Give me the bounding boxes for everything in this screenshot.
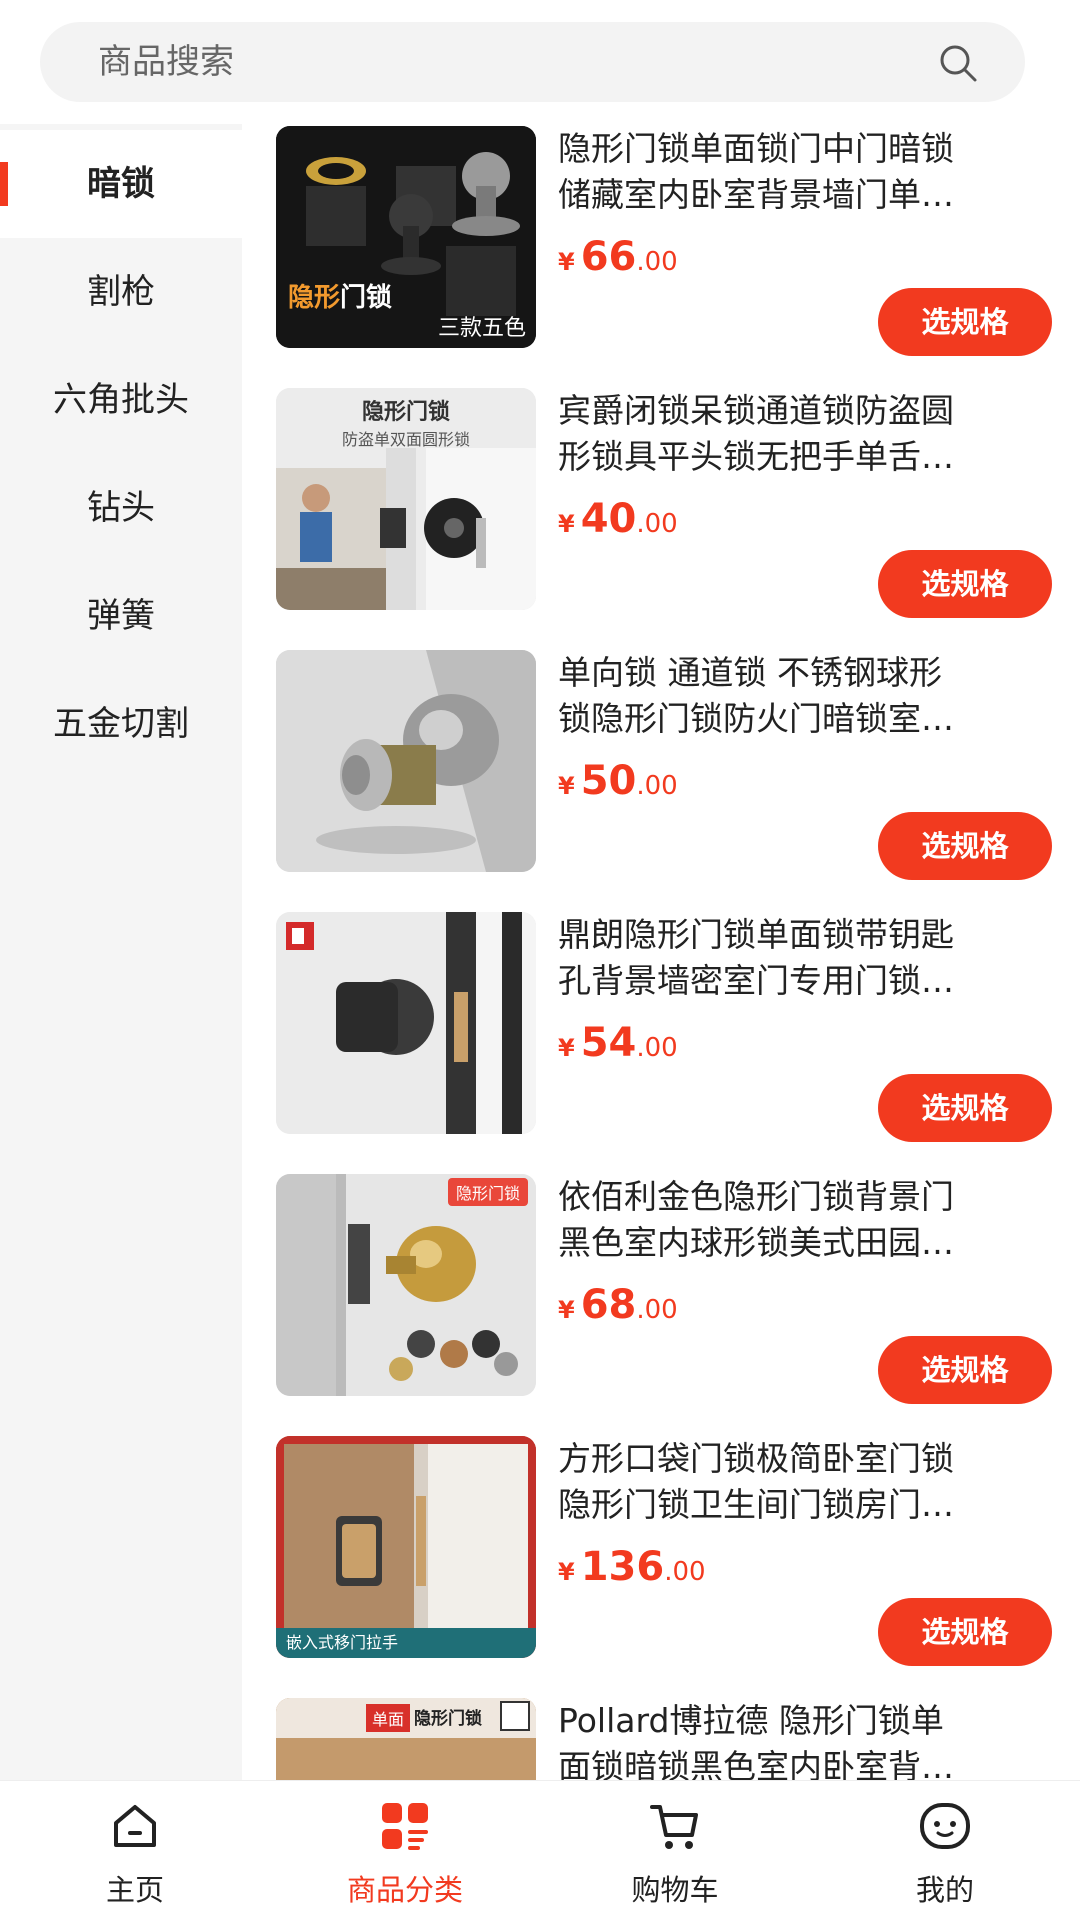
image-tag: 隐形门锁 (447, 1178, 528, 1206)
product-image[interactable]: 隐形门锁 (276, 1174, 536, 1396)
category-icon (382, 1803, 428, 1850)
product-card[interactable]: 嵌入式移门拉手 方形口袋门锁极简卧室门锁 隐形门锁卫生间门锁房门… ¥136.0… (242, 1436, 1080, 1698)
sidebar-item-hex-bit[interactable]: 六角批头 (0, 346, 242, 454)
product-title[interactable]: 单向锁 通道锁 不锈钢球形 锁隐形门锁防火门暗锁室… (558, 650, 1058, 742)
search-bar: 商品搜索 (0, 0, 1080, 124)
search-input[interactable]: 商品搜索 (40, 22, 1025, 102)
tab-profile[interactable]: 我的 (810, 1781, 1080, 1921)
product-card[interactable]: 鼎朗隐形门锁单面锁带钥匙 孔背景墙密室门专用门锁… ¥54.00 选规格 (242, 912, 1080, 1174)
select-spec-button[interactable]: 选规格 (878, 288, 1052, 356)
product-price: ¥68.00 (558, 1282, 678, 1328)
product-image[interactable]: 单面 隐形门锁 (276, 1698, 536, 1780)
image-tag: 隐形门锁 (414, 1709, 482, 1729)
sidebar-item-drill[interactable]: 钻头 (0, 454, 242, 562)
product-price: ¥136.00 (558, 1544, 706, 1590)
tab-cart[interactable]: 购物车 (540, 1781, 810, 1921)
product-card[interactable]: 单向锁 通道锁 不锈钢球形 锁隐形门锁防火门暗锁室… ¥50.00 选规格 (242, 650, 1080, 912)
product-title[interactable]: 依佰利金色隐形门锁背景门 黑色室内球形锁美式田园… (558, 1174, 1058, 1266)
image-caption: 隐形门锁 (288, 283, 393, 313)
select-spec-button[interactable]: 选规格 (878, 812, 1052, 880)
product-title[interactable]: 方形口袋门锁极简卧室门锁 隐形门锁卫生间门锁房门… (558, 1436, 1058, 1528)
product-card[interactable]: 隐形门锁 三款五色 隐形门锁单面锁门中门暗锁 储藏室内卧室背景墙门单… ¥66.… (242, 126, 1080, 388)
sidebar-item-hardware-cutting[interactable]: 五金切割 (0, 670, 242, 778)
select-spec-button[interactable]: 选规格 (878, 1336, 1052, 1404)
search-placeholder: 商品搜索 (98, 42, 234, 82)
bottom-tab-bar: 主页 商品分类 购物车 我的 (0, 1780, 1080, 1921)
tab-label: 商品分类 (346, 1873, 463, 1907)
product-price: ¥66.00 (558, 234, 678, 280)
tab-category[interactable]: 商品分类 (270, 1781, 540, 1921)
tab-label: 我的 (915, 1873, 974, 1907)
product-title[interactable]: Pollard博拉德 隐形门锁单 面锁暗锁黑色室内卧室背… (558, 1698, 1058, 1780)
product-card[interactable]: 隐形门锁 防盗单双面圆形锁 宾爵闭锁呆锁通道锁防盗圆 形锁具平头锁无把手单舌… … (242, 388, 1080, 650)
profile-icon (920, 1803, 970, 1849)
product-image[interactable] (276, 650, 536, 872)
tab-label: 主页 (105, 1873, 164, 1907)
product-price: ¥54.00 (558, 1020, 678, 1066)
image-subcaption: 三款五色 (437, 316, 526, 341)
select-spec-button[interactable]: 选规格 (878, 1598, 1052, 1666)
select-spec-button[interactable]: 选规格 (878, 1074, 1052, 1142)
tab-label: 购物车 (631, 1873, 719, 1907)
product-image[interactable]: 隐形门锁 三款五色 (276, 126, 536, 348)
product-image[interactable]: 嵌入式移门拉手 (276, 1436, 536, 1658)
tab-home[interactable]: 主页 (0, 1781, 270, 1921)
search-icon[interactable] (937, 42, 979, 84)
product-title[interactable]: 鼎朗隐形门锁单面锁带钥匙 孔背景墙密室门专用门锁… (558, 912, 1058, 1004)
product-card[interactable]: 单面 隐形门锁 Pollard博拉德 隐形门锁单 面锁暗锁黑色室内卧室背… (242, 1698, 1080, 1780)
image-tag: 单面 (366, 1704, 411, 1732)
product-list[interactable]: 隐形门锁 三款五色 隐形门锁单面锁门中门暗锁 储藏室内卧室背景墙门单… ¥66.… (242, 124, 1080, 1780)
cart-icon (650, 1805, 698, 1849)
sidebar-item-spring[interactable]: 弹簧 (0, 562, 242, 670)
select-spec-button[interactable]: 选规格 (878, 550, 1052, 618)
category-sidebar: 暗锁 割枪 六角批头 钻头 弹簧 五金切割 (0, 124, 242, 1780)
image-caption: 隐形门锁 防盗单双面圆形锁 (341, 400, 470, 449)
product-image[interactable]: 隐形门锁 防盗单双面圆形锁 (276, 388, 536, 610)
product-image[interactable] (276, 912, 536, 1134)
image-caption: 嵌入式移门拉手 (276, 1628, 536, 1658)
sidebar-item-cutting-torch[interactable]: 割枪 (0, 238, 242, 346)
product-price: ¥50.00 (558, 758, 678, 804)
home-icon (114, 1805, 156, 1847)
product-price: ¥40.00 (558, 496, 678, 542)
product-title[interactable]: 隐形门锁单面锁门中门暗锁 储藏室内卧室背景墙门单… (558, 126, 1058, 218)
sidebar-item-anlock[interactable]: 暗锁 (0, 130, 242, 238)
product-title[interactable]: 宾爵闭锁呆锁通道锁防盗圆 形锁具平头锁无把手单舌… (558, 388, 1058, 480)
product-card[interactable]: 隐形门锁 依佰利金色隐形门锁背景门 黑色室内球形锁美式田园… ¥68.00 选规… (242, 1174, 1080, 1436)
